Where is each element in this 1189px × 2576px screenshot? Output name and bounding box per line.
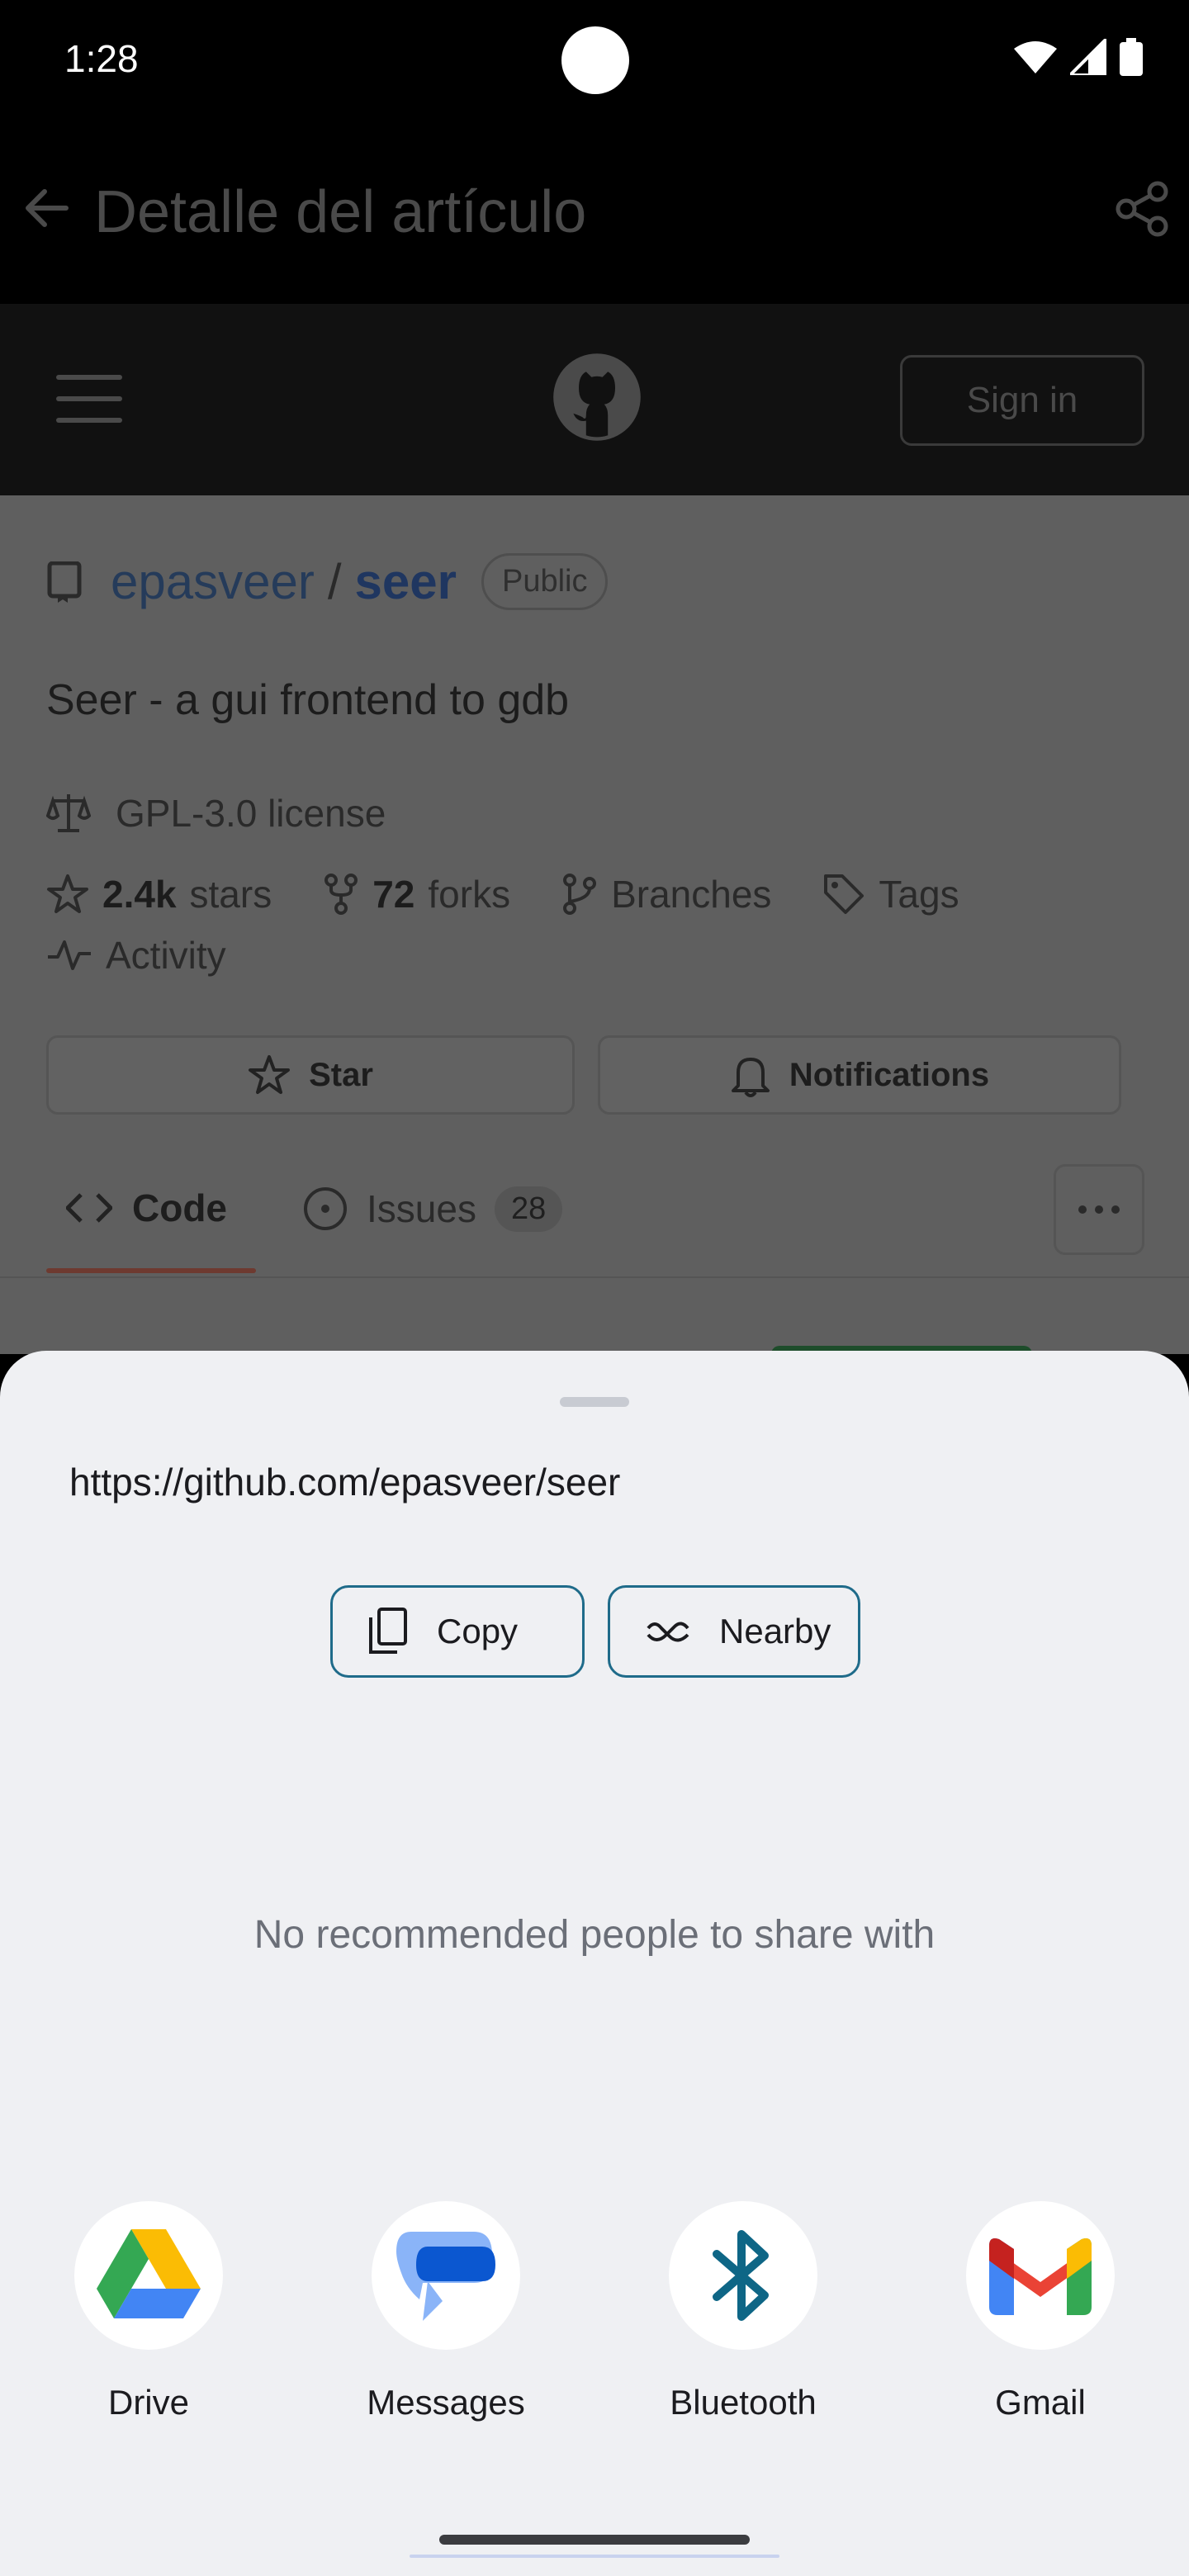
tab-code-label: Code: [132, 1186, 227, 1229]
share-app-drive[interactable]: Drive: [41, 2201, 256, 2422]
license-link[interactable]: GPL-3.0 license: [46, 791, 386, 836]
repo-stats: 2.4k stars 72 forks Branches Tags: [46, 872, 992, 916]
status-bar: 1:28: [0, 0, 1189, 124]
star-button[interactable]: Star: [46, 1035, 575, 1115]
no-recommendations-text: No recommended people to share with: [253, 1913, 936, 1957]
share-app-messages[interactable]: Messages: [339, 2201, 553, 2422]
sign-in-button[interactable]: Sign in: [900, 355, 1144, 446]
tabs-divider: [0, 1276, 1189, 1278]
gmail-icon: [966, 2201, 1115, 2350]
tags-link[interactable]: Tags: [822, 872, 959, 916]
gesture-nav-handle[interactable]: [439, 2535, 750, 2545]
share-icon[interactable]: [1113, 180, 1171, 238]
tab-issues[interactable]: Issues 28: [302, 1186, 563, 1232]
code-icon: [66, 1193, 112, 1223]
signal-icon: [1070, 39, 1106, 75]
shared-url: https://github.com/epasveer/seer: [69, 1461, 621, 1503]
messages-icon: [372, 2201, 520, 2350]
star-button-label: Star: [309, 1056, 373, 1093]
bell-icon: [731, 1058, 770, 1097]
nearby-label: Nearby: [719, 1612, 831, 1650]
repo-breadcrumb: epasveer / seer Public: [46, 553, 609, 610]
repo-page: epasveer / seer Public Seer - a gui fron…: [0, 495, 1189, 1362]
repo-name-link[interactable]: seer: [355, 553, 457, 610]
notifications-button-label: Notifications: [789, 1056, 990, 1093]
app-bar-title: Detalle del artículo: [94, 179, 587, 245]
star-icon: [47, 874, 88, 913]
tag-icon: [824, 874, 865, 914]
repo-icon: [47, 561, 82, 603]
fork-icon: [324, 874, 358, 915]
drive-icon: [74, 2201, 223, 2350]
nearby-button[interactable]: Nearby: [608, 1585, 860, 1678]
repo-tabs: Code Issues 28: [46, 1164, 1144, 1280]
license-label: GPL-3.0 license: [116, 792, 386, 835]
branch-icon: [563, 874, 597, 915]
drag-handle[interactable]: [560, 1397, 629, 1407]
github-logo-icon[interactable]: [552, 352, 642, 443]
stars-count: 2.4k: [102, 873, 177, 916]
branches-label: Branches: [611, 873, 772, 916]
copy-label: Copy: [437, 1612, 519, 1650]
tags-label: Tags: [879, 873, 959, 916]
nearby-share-icon: [647, 1622, 689, 1642]
wifi-icon: [1014, 41, 1057, 73]
stars-label: stars: [189, 873, 272, 916]
github-header: Sign in: [0, 304, 1189, 495]
more-tabs-button[interactable]: [1054, 1164, 1144, 1255]
activity-link[interactable]: Activity: [46, 933, 226, 978]
copy-icon: [369, 1608, 407, 1654]
activity-label: Activity: [106, 934, 226, 977]
status-icons: [1014, 38, 1143, 76]
forks-label: forks: [428, 873, 511, 916]
issue-icon: [304, 1187, 347, 1230]
repo-separator: /: [327, 554, 342, 609]
share-app-label: Gmail: [995, 2383, 1086, 2422]
pulse-icon: [48, 940, 91, 970]
gesture-nav-underline: [410, 2555, 779, 2558]
star-outline-icon: [249, 1055, 291, 1094]
share-app-label: Drive: [107, 2383, 189, 2422]
camera-cutout: [561, 26, 629, 94]
share-app-label: Bluetooth: [670, 2383, 817, 2422]
tab-issues-label: Issues: [367, 1187, 476, 1230]
repo-description: Seer - a gui frontend to gdb: [46, 676, 570, 724]
back-arrow-icon[interactable]: [20, 182, 73, 234]
battery-icon: [1120, 38, 1143, 76]
tab-code[interactable]: Code: [66, 1186, 227, 1230]
scale-icon: [46, 794, 91, 832]
branches-link[interactable]: Branches: [561, 872, 771, 916]
status-time: 1:28: [64, 37, 139, 80]
bluetooth-icon: [669, 2201, 817, 2350]
copy-button[interactable]: Copy: [330, 1585, 585, 1678]
visibility-badge: Public: [481, 553, 609, 610]
repo-owner-link[interactable]: epasveer: [111, 553, 315, 610]
forks-count: 72: [372, 873, 415, 916]
forks-link[interactable]: 72 forks: [323, 872, 510, 916]
app-bar: Detalle del artículo: [0, 124, 1189, 304]
issues-count-badge: 28: [494, 1186, 563, 1232]
stars-link[interactable]: 2.4k stars: [46, 872, 272, 916]
share-app-gmail[interactable]: Gmail: [933, 2201, 1148, 2422]
active-tab-indicator: [46, 1268, 256, 1273]
notifications-button[interactable]: Notifications: [598, 1035, 1121, 1115]
share-app-row: Drive Messages Bluetooth Gmail: [0, 2201, 1189, 2449]
share-app-bluetooth[interactable]: Bluetooth: [636, 2201, 850, 2422]
share-app-label: Messages: [367, 2383, 525, 2422]
share-sheet: https://github.com/epasveer/seer Copy Ne…: [0, 1351, 1189, 2576]
hamburger-menu-icon[interactable]: [56, 375, 122, 423]
